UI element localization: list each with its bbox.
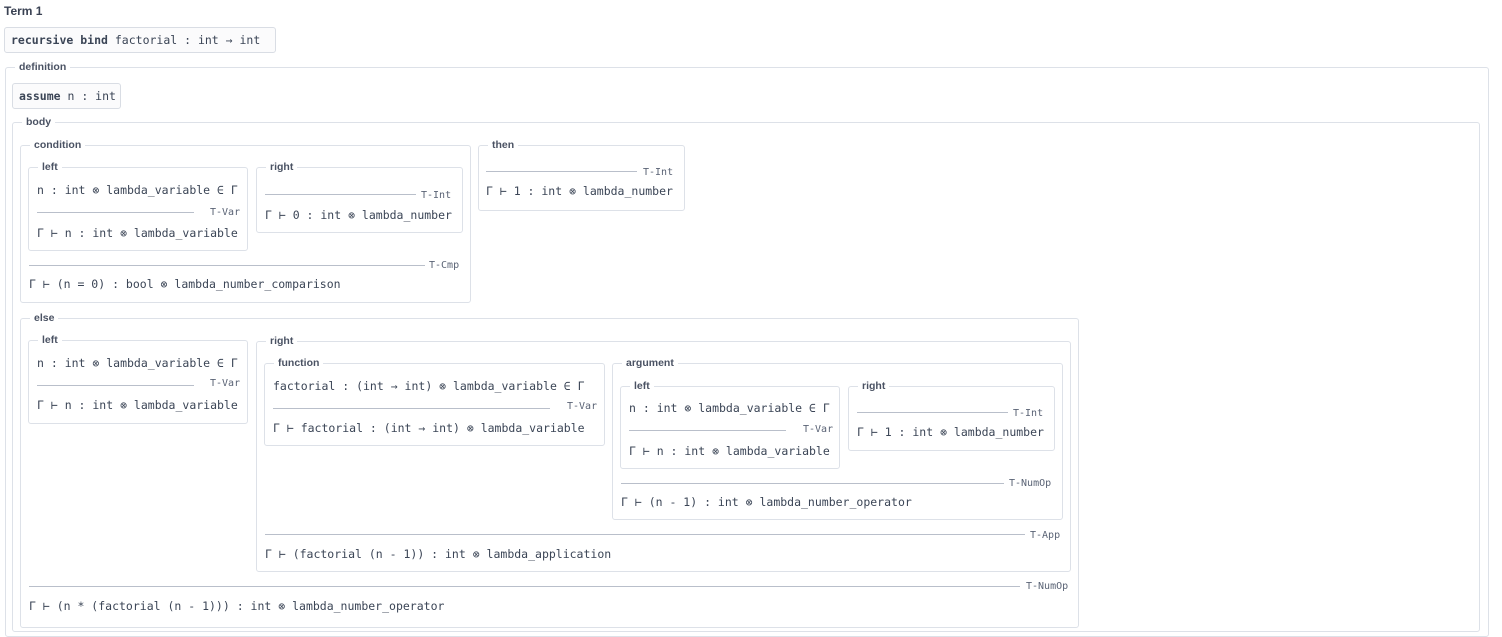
function-rule-line <box>273 408 550 409</box>
argument-rule-line <box>621 483 1004 484</box>
condition-left-legend: left <box>38 161 62 173</box>
else-left-legend: left <box>38 334 62 346</box>
condition-right-rule-line <box>265 194 416 195</box>
then-rule-line <box>486 171 637 172</box>
then-rule-label: T-Int <box>643 167 674 178</box>
assume-keyword: assume <box>19 89 61 103</box>
header-signature: factorial : int → int <box>114 33 261 47</box>
argument-left-conclusion: Γ ⊢ n : int ⊗ lambda_variable <box>629 444 830 458</box>
condition-rule-line <box>29 265 425 266</box>
condition-rule-label: T-Cmp <box>429 260 460 271</box>
recursive-bind-header: recursive bind factorial : int → int <box>4 27 276 53</box>
else-left-rule-label: T-Var <box>210 378 241 389</box>
body-legend: body <box>22 116 56 128</box>
function-rule-label: T-Var <box>567 401 598 412</box>
condition-left-conclusion: Γ ⊢ n : int ⊗ lambda_variable <box>37 226 238 240</box>
argument-right-legend: right <box>858 380 890 392</box>
condition-left-rule-line <box>37 212 194 213</box>
else-left-premise: n : int ⊗ lambda_variable ∈ Γ <box>37 356 238 370</box>
condition-legend: condition <box>30 139 86 151</box>
condition-left-premise: n : int ⊗ lambda_variable ∈ Γ <box>37 183 238 197</box>
argument-left-rule-label: T-Var <box>803 424 834 435</box>
header-keyword: recursive bind <box>11 33 108 47</box>
condition-conclusion: Γ ⊢ (n = 0) : bool ⊗ lambda_number_compa… <box>29 277 341 291</box>
else-conclusion: Γ ⊢ (n * (factorial (n - 1))) : int ⊗ la… <box>29 599 445 613</box>
argument-legend: argument <box>622 357 678 369</box>
argument-left-premise: n : int ⊗ lambda_variable ∈ Γ <box>629 401 830 415</box>
term-title: Term 1 <box>4 4 43 18</box>
app-rule-line <box>265 534 1025 535</box>
argument-rule-label: T-NumOp <box>1009 478 1052 489</box>
argument-right-conclusion: Γ ⊢ 1 : int ⊗ lambda_number <box>857 425 1044 439</box>
condition-right-legend: right <box>266 161 298 173</box>
then-legend: then <box>488 139 519 151</box>
app-conclusion: Γ ⊢ (factorial (n - 1)) : int ⊗ lambda_a… <box>265 547 612 561</box>
argument-right-rule-label: T-Int <box>1013 408 1044 419</box>
else-left-rule-line <box>37 385 194 386</box>
else-rule-label: T-NumOp <box>1026 581 1069 592</box>
definition-legend: definition <box>15 61 71 73</box>
app-rule-label: T-App <box>1030 530 1061 541</box>
function-legend: function <box>274 357 324 369</box>
argument-right-rule-line <box>857 412 1008 413</box>
assume-signature: n : int <box>67 89 116 103</box>
argument-conclusion: Γ ⊢ (n - 1) : int ⊗ lambda_number_operat… <box>621 495 912 509</box>
condition-right-rule-label: T-Int <box>421 190 452 201</box>
condition-left-rule-label: T-Var <box>210 207 241 218</box>
function-conclusion: Γ ⊢ factorial : (int → int) ⊗ lambda_var… <box>273 421 585 435</box>
assume-pill: assume n : int <box>12 83 121 109</box>
else-legend: else <box>30 312 59 324</box>
argument-left-legend: left <box>630 380 654 392</box>
function-premise: factorial : (int → int) ⊗ lambda_variabl… <box>273 379 585 393</box>
condition-right-conclusion: Γ ⊢ 0 : int ⊗ lambda_number <box>265 208 452 222</box>
then-conclusion: Γ ⊢ 1 : int ⊗ lambda_number <box>486 184 673 198</box>
else-rule-line <box>29 586 1020 587</box>
else-left-conclusion: Γ ⊢ n : int ⊗ lambda_variable <box>37 398 238 412</box>
else-right-legend: right <box>266 335 298 347</box>
argument-left-rule-line <box>629 430 786 431</box>
